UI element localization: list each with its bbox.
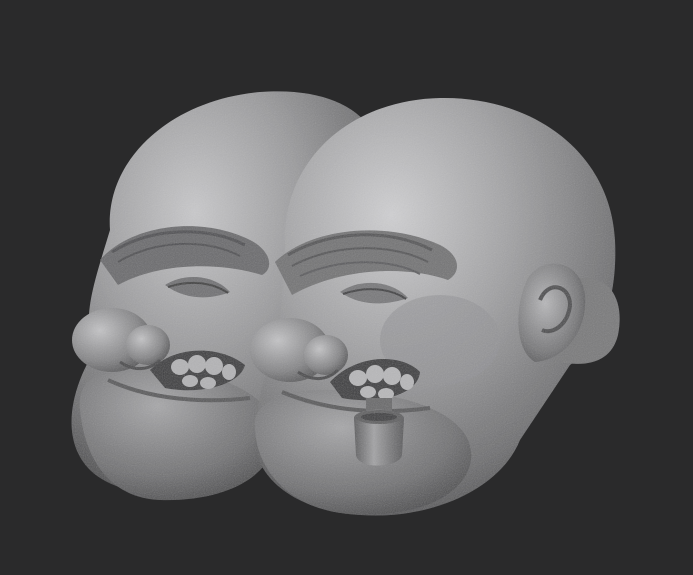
- sculpt-viewport[interactable]: [0, 0, 693, 575]
- sculpt-render: [71, 91, 620, 516]
